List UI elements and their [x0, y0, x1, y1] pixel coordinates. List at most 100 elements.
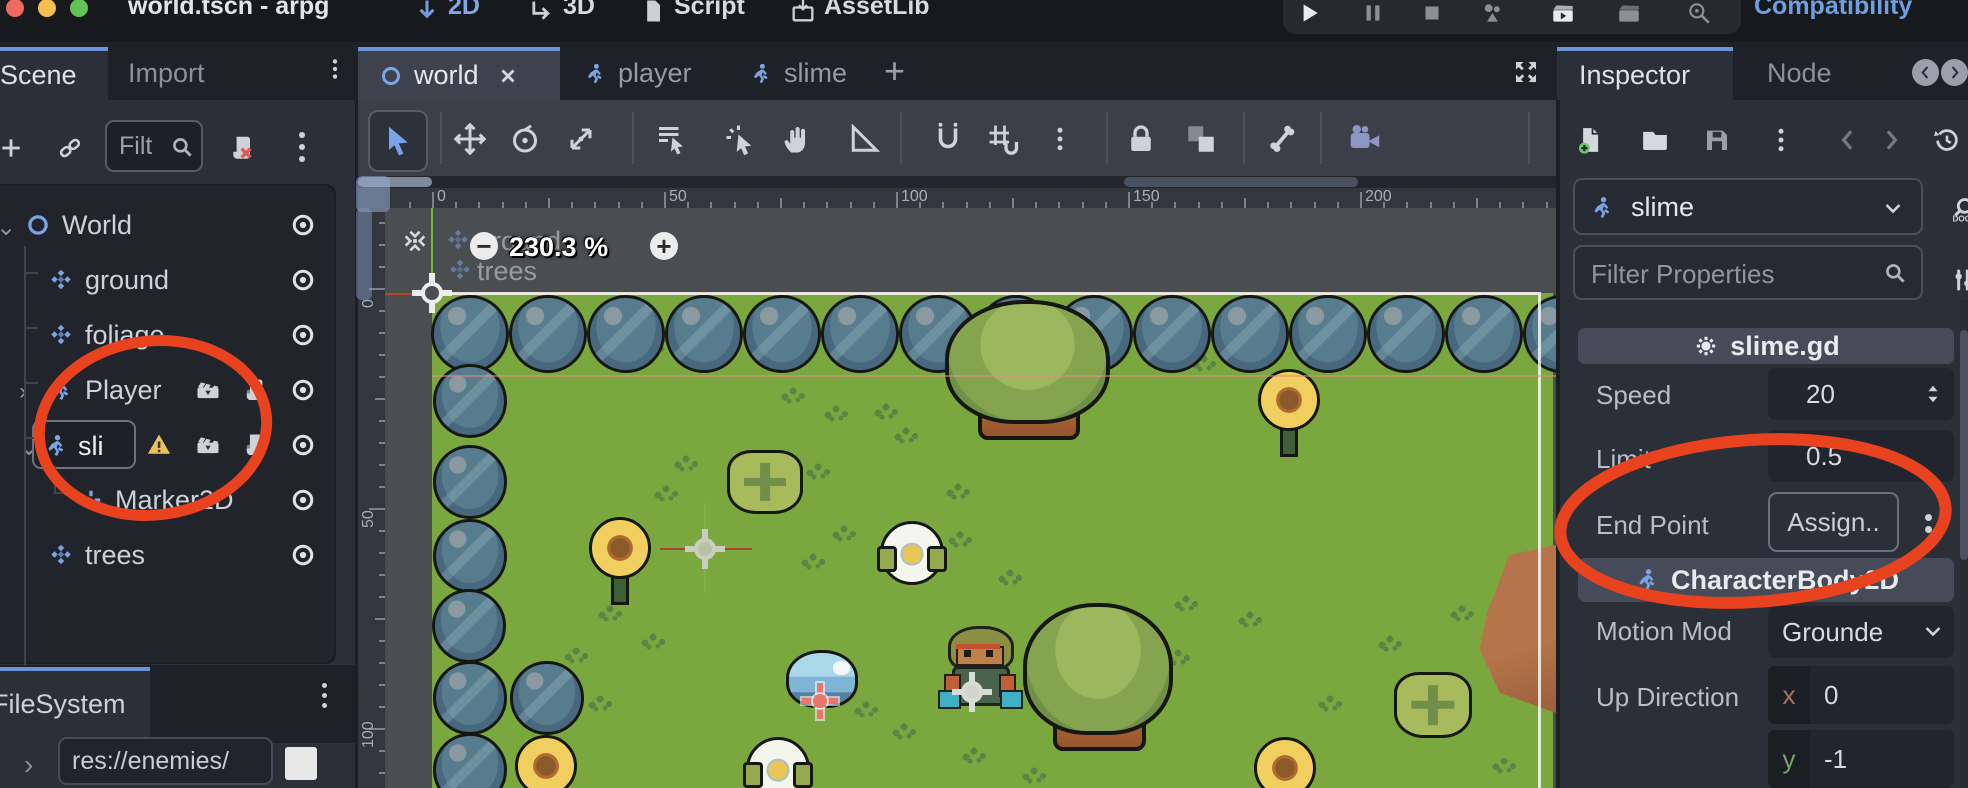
new-scene-tab-button[interactable]: + [884, 50, 905, 92]
scene-tab-world[interactable]: world [358, 47, 560, 100]
snap-cursor-button[interactable] [718, 116, 762, 162]
rotate-tool-button[interactable] [503, 116, 547, 162]
script-icon[interactable] [239, 431, 269, 459]
scene-tab-slime[interactable]: slime [728, 47, 868, 100]
renderer-label[interactable]: Compatibility [1754, 0, 1912, 21]
group-button[interactable] [1179, 116, 1223, 162]
tree-row-foliage[interactable]: foliage [0, 311, 330, 365]
up-direction-x-field[interactable]: x 0 [1768, 666, 1954, 724]
node-selector[interactable]: slime [1573, 178, 1923, 235]
h-scrollbar[interactable] [358, 176, 1556, 188]
measure-tool-button[interactable] [841, 116, 885, 162]
history-back-icon[interactable] [1832, 124, 1864, 156]
resource-menu-dots-icon[interactable] [1765, 124, 1797, 156]
spinner-icon[interactable] [1920, 374, 1946, 414]
tab-inspector[interactable]: Inspector [1557, 47, 1733, 100]
tab-import[interactable]: Import [112, 47, 222, 100]
tree-row-trees[interactable]: trees [0, 531, 330, 585]
selection-gizmo[interactable] [685, 529, 725, 569]
up-direction-y-field[interactable]: y -1 [1768, 730, 1954, 788]
tab-filesystem[interactable]: FileSystem [0, 667, 150, 743]
v-scrollbar-grabber[interactable] [356, 208, 372, 300]
class-section-header[interactable]: CharacterBody2D [1578, 558, 1954, 602]
scene-filter-input[interactable]: Filt [105, 120, 203, 172]
grid-snap-button[interactable] [981, 116, 1025, 162]
new-resource-icon[interactable] [1574, 124, 1606, 156]
collapse-icon[interactable]: ⌄ [0, 213, 16, 242]
scene-tab-player[interactable]: player [562, 47, 726, 100]
marker2d-gizmo[interactable] [802, 683, 838, 719]
bone-button[interactable] [1260, 116, 1304, 162]
center-view-icon[interactable] [400, 226, 430, 256]
inspector-scrollbar-grabber[interactable] [1960, 330, 1968, 560]
pause-button[interactable] [1358, 0, 1388, 28]
save-resource-icon[interactable] [1701, 124, 1733, 156]
smart-snap-button[interactable] [926, 116, 970, 162]
history-icon[interactable] [1931, 124, 1963, 156]
tree-row-sli[interactable]: ⌄sli [0, 421, 330, 475]
endpoint-menu-dots-icon[interactable] [1925, 514, 1932, 521]
tab-node[interactable]: Node [1745, 47, 1855, 100]
zoom-in-button[interactable]: + [650, 232, 678, 260]
menu-2d[interactable]: 2D [448, 0, 480, 21]
manage-properties-icon[interactable] [1948, 265, 1968, 295]
load-resource-icon[interactable] [1639, 124, 1671, 156]
instance-scene-link-icon[interactable] [56, 128, 84, 168]
zoom-percent-label[interactable]: 230.3 % [509, 232, 608, 263]
forward-icon[interactable]: › [24, 749, 33, 781]
menu-script[interactable]: Script [674, 0, 745, 21]
rename-node-input[interactable]: sli [32, 420, 136, 469]
visibility-eye-icon[interactable] [288, 485, 318, 515]
tree-row-player[interactable]: ›Player [0, 366, 330, 420]
speed-field[interactable]: 20 [1768, 368, 1954, 420]
visibility-eye-icon[interactable] [288, 540, 318, 570]
select-tool-button[interactable] [368, 110, 428, 172]
list-select-button[interactable] [649, 116, 693, 162]
doc-search-icon[interactable]: DOC [1948, 195, 1968, 225]
movie-reel-button[interactable] [1684, 0, 1714, 28]
v-scrollbar-corner[interactable] [356, 176, 390, 212]
visibility-eye-icon[interactable] [288, 210, 318, 240]
limit-field[interactable]: 0.5 [1768, 430, 1954, 482]
script-section-header[interactable]: slime.gd [1578, 328, 1954, 364]
file-thumbnail[interactable] [285, 747, 317, 780]
play-scene-button[interactable] [1548, 0, 1578, 28]
tab-scene[interactable]: Scene [0, 47, 108, 100]
script-icon[interactable] [239, 376, 269, 404]
instanced-scene-icon[interactable] [193, 431, 223, 459]
player-origin-gizmo[interactable] [952, 672, 992, 712]
scene-menu-dots-icon[interactable] [299, 132, 305, 138]
history-forward-icon[interactable] [1875, 124, 1907, 156]
add-node-icon[interactable] [0, 128, 24, 168]
filter-properties-input[interactable]: Filter Properties [1573, 245, 1923, 300]
tree-row-ground[interactable]: ground [0, 256, 330, 310]
detach-script-icon[interactable] [226, 128, 256, 168]
back-icon[interactable]: ‹ [0, 749, 1, 781]
history-back-circle-icon[interactable] [1912, 59, 1939, 86]
stop-button[interactable] [1417, 0, 1447, 28]
menu-assetlib[interactable]: AssetLib [824, 0, 930, 21]
path-field[interactable]: res://enemies/ [58, 737, 273, 785]
visibility-eye-icon[interactable] [288, 375, 318, 405]
close-tab-icon[interactable] [495, 63, 521, 89]
inspector-scrollbar[interactable] [1960, 300, 1968, 788]
viewport-2d[interactable]: groundtrees−230.3 %+ [385, 208, 1556, 788]
expand-viewport-icon[interactable] [1506, 54, 1546, 90]
visibility-eye-icon[interactable] [288, 320, 318, 350]
warning-icon[interactable] [144, 431, 174, 459]
instanced-scene-icon[interactable] [193, 376, 223, 404]
visibility-eye-icon[interactable] [288, 265, 318, 295]
zoom-out-button[interactable]: − [470, 232, 498, 260]
dock-tabs-left-dots-icon[interactable] [322, 56, 348, 87]
h-scrollbar-page[interactable] [1124, 177, 1358, 187]
menu-3d[interactable]: 3D [563, 0, 595, 21]
lock-button[interactable] [1119, 116, 1163, 162]
visibility-eye-icon[interactable] [288, 430, 318, 460]
movie-maker-button[interactable] [1478, 0, 1508, 28]
play-button[interactable] [1294, 0, 1324, 28]
play-custom-scene-button[interactable] [1614, 0, 1644, 28]
filesystem-menu-dots-icon[interactable] [322, 683, 327, 688]
snap-options-button[interactable] [1038, 116, 1082, 162]
tree-row-world[interactable]: ⌄World [0, 201, 330, 255]
history-forward-circle-icon[interactable] [1941, 59, 1968, 86]
